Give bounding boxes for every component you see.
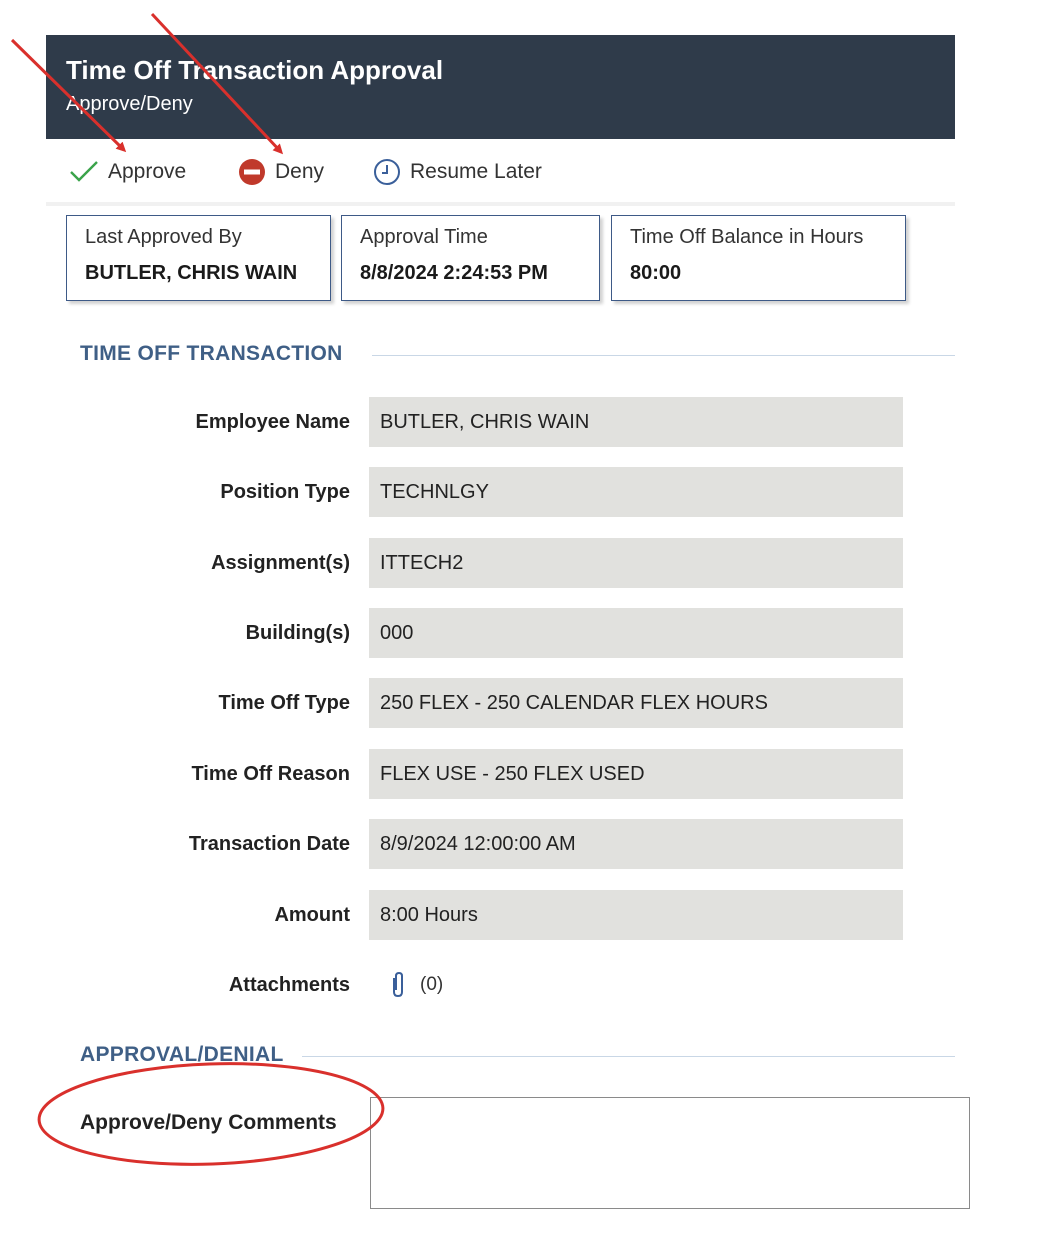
assignments-row: Assignment(s) ITTECH2 bbox=[66, 538, 906, 588]
comments-label: Approve/Deny Comments bbox=[80, 1111, 337, 1134]
resume-later-label: Resume Later bbox=[410, 160, 542, 183]
resume-later-button[interactable]: Resume Later bbox=[372, 156, 542, 188]
transaction-date-row: Transaction Date 8/9/2024 12:00:00 AM bbox=[66, 819, 906, 869]
paperclip-icon bbox=[393, 971, 403, 998]
card-value: 8/8/2024 2:24:53 PM bbox=[360, 262, 548, 284]
transaction-section-header: TIME OFF TRANSACTION bbox=[80, 342, 955, 372]
section-divider bbox=[372, 355, 955, 356]
page-header: Time Off Transaction Approval Approve/De… bbox=[46, 35, 955, 139]
time-off-type-field: 250 FLEX - 250 CALENDAR FLEX HOURS bbox=[369, 678, 903, 728]
field-label: Building(s) bbox=[245, 622, 350, 644]
field-label: Position Type bbox=[220, 481, 350, 503]
approval-time-card: Approval Time 8/8/2024 2:24:53 PM bbox=[341, 215, 600, 301]
section-title: APPROVAL/DENIAL bbox=[80, 1043, 292, 1067]
amount-row: Amount 8:00 Hours bbox=[66, 890, 906, 940]
section-title: TIME OFF TRANSACTION bbox=[80, 342, 351, 366]
field-label: Time Off Type bbox=[218, 692, 350, 714]
time-off-balance-card: Time Off Balance in Hours 80:00 bbox=[611, 215, 906, 301]
card-label: Approval Time bbox=[360, 226, 488, 248]
clock-icon bbox=[374, 159, 400, 185]
approve-label: Approve bbox=[108, 160, 187, 183]
assignments-field: ITTECH2 bbox=[369, 538, 903, 588]
buildings-row: Building(s) 000 bbox=[66, 608, 906, 658]
transaction-date-field: 8/9/2024 12:00:00 AM bbox=[369, 819, 903, 869]
field-label: Time Off Reason bbox=[191, 763, 350, 785]
card-label: Last Approved By bbox=[85, 226, 242, 248]
time-off-reason-field: FLEX USE - 250 FLEX USED bbox=[369, 749, 903, 799]
field-label: Transaction Date bbox=[188, 833, 350, 855]
position-type-row: Position Type TECHNLGY bbox=[66, 467, 906, 517]
attachments-link[interactable]: (0) bbox=[388, 970, 443, 1000]
section-divider bbox=[302, 1056, 955, 1057]
amount-field: 8:00 Hours bbox=[369, 890, 903, 940]
field-label: Employee Name bbox=[195, 411, 350, 433]
employee-name-row: Employee Name BUTLER, CHRIS WAIN bbox=[66, 397, 906, 447]
field-label: Assignment(s) bbox=[211, 552, 350, 574]
time-off-type-row: Time Off Type 250 FLEX - 250 CALENDAR FL… bbox=[66, 678, 906, 728]
approve-button[interactable]: Approve bbox=[68, 156, 186, 188]
page-title: Time Off Transaction Approval bbox=[66, 55, 444, 85]
deny-label: Deny bbox=[275, 160, 325, 183]
employee-name-field: BUTLER, CHRIS WAIN bbox=[369, 397, 903, 447]
comments-textarea[interactable] bbox=[370, 1097, 970, 1209]
field-label: Amount bbox=[274, 904, 350, 926]
approval-section-header: APPROVAL/DENIAL bbox=[80, 1043, 955, 1073]
position-type-field: TECHNLGY bbox=[369, 467, 903, 517]
page-subtitle: Approve/Deny bbox=[66, 93, 193, 115]
card-value: BUTLER, CHRIS WAIN bbox=[85, 262, 298, 284]
deny-icon bbox=[239, 159, 265, 185]
last-approved-card: Last Approved By BUTLER, CHRIS WAIN bbox=[66, 215, 331, 301]
check-icon bbox=[70, 161, 98, 182]
deny-button[interactable]: Deny bbox=[237, 156, 324, 188]
buildings-field: 000 bbox=[369, 608, 903, 658]
attachments-label: Attachments bbox=[228, 974, 350, 996]
card-label: Time Off Balance in Hours bbox=[630, 226, 864, 248]
attachments-row: Attachments bbox=[66, 960, 906, 1010]
time-off-reason-row: Time Off Reason FLEX USE - 250 FLEX USED bbox=[66, 749, 906, 799]
attachments-count: (0) bbox=[420, 974, 444, 995]
action-toolbar: Approve Deny Resume Later bbox=[46, 150, 955, 206]
card-value: 80:00 bbox=[630, 262, 682, 284]
